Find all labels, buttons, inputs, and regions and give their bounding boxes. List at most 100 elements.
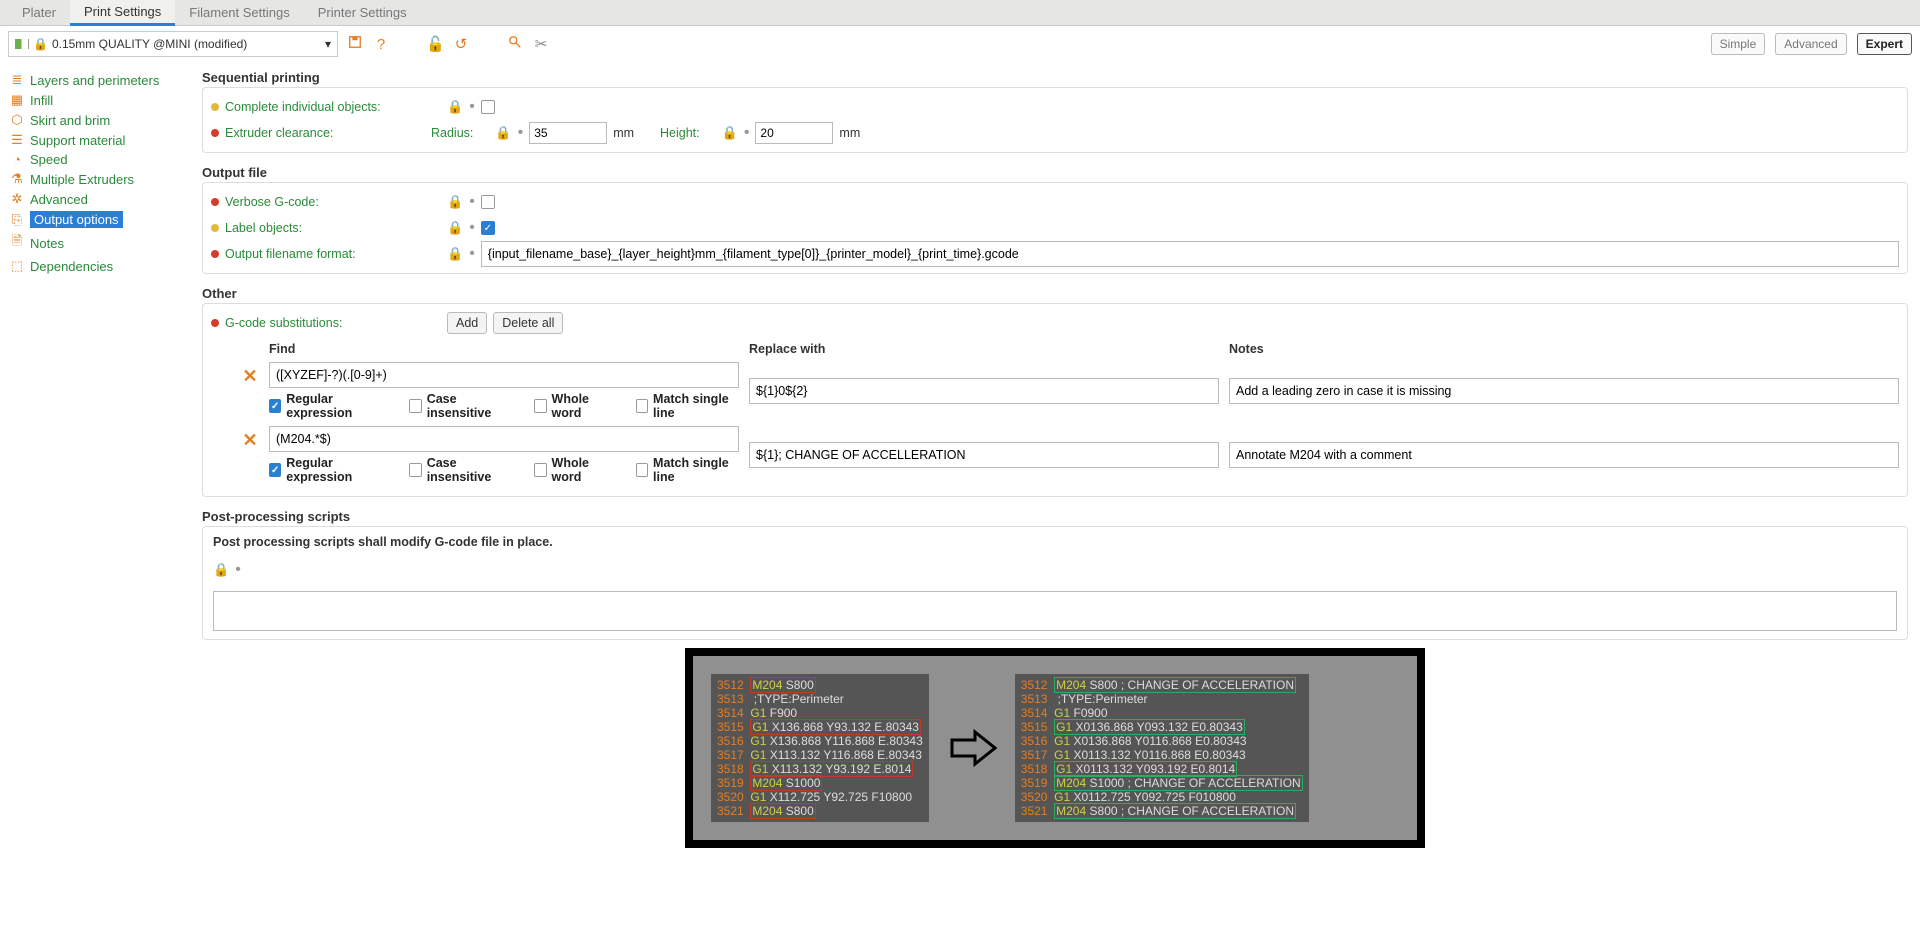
sidebar-item-dependencies[interactable]: ⬚Dependencies xyxy=(4,256,196,276)
gcode-line: 3512 M204 S800 ; CHANGE OF ACCELERATION xyxy=(1021,678,1303,692)
checkbox-whole-word[interactable] xyxy=(534,399,546,413)
sidebar-item-multiple-extruders[interactable]: ⚗Multiple Extruders xyxy=(4,169,196,189)
section-sequential-title: Sequential printing xyxy=(202,70,1908,85)
post-processing-input[interactable] xyxy=(213,591,1897,631)
preset-dropdown[interactable]: 🔒 0.15mm QUALITY @MINI (modified) ▾ xyxy=(8,31,338,57)
checkbox-label-objects[interactable]: ✓ xyxy=(481,221,495,235)
checkbox-complete-objects[interactable] xyxy=(481,100,495,114)
input-radius[interactable] xyxy=(529,122,607,144)
remove-substitution-button[interactable]: ✕ xyxy=(241,362,259,387)
checkbox-single-line[interactable] xyxy=(636,399,648,413)
add-button[interactable]: Add xyxy=(447,312,487,334)
input-height[interactable] xyxy=(755,122,833,144)
reset-dot-icon[interactable]: • xyxy=(235,566,241,574)
gcode-line: 3516 G1 X0136.868 Y0116.868 E0.80343 xyxy=(1021,734,1303,748)
gcode-diagram: 3512 M204 S800 3513 ;TYPE:Perimeter3514 G… xyxy=(685,648,1425,848)
reset-dot-icon[interactable]: • xyxy=(469,198,475,206)
sidebar-item-skirt[interactable]: ⬡Skirt and brim xyxy=(4,110,196,130)
lock-icon[interactable]: 🔒 xyxy=(722,125,738,141)
mode-advanced[interactable]: Advanced xyxy=(1775,33,1846,55)
reset-dot-icon[interactable]: • xyxy=(744,129,750,137)
tab-filament-settings[interactable]: Filament Settings xyxy=(175,1,303,24)
label-single-line: Match single line xyxy=(653,456,739,484)
sidebar-item-support[interactable]: ☰Support material xyxy=(4,130,196,150)
reset-dot-icon[interactable]: • xyxy=(469,224,475,232)
label-extruder-clearance: Extruder clearance: xyxy=(225,126,425,140)
gcode-line: 3521 M204 S800 xyxy=(717,804,923,818)
support-icon: ☰ xyxy=(10,132,24,148)
checkbox-single-line[interactable] xyxy=(636,463,648,477)
label-radius: Radius: xyxy=(431,126,473,140)
gcode-before: 3512 M204 S8003513 ;TYPE:Perimeter3514 G… xyxy=(711,674,929,822)
sidebar-item-layers[interactable]: ≣Layers and perimeters xyxy=(4,70,196,90)
reset-dot-icon[interactable]: • xyxy=(469,103,475,111)
reset-dot-icon[interactable]: • xyxy=(518,129,524,137)
lock-icon[interactable]: 🔒 xyxy=(447,99,463,115)
gcode-line: 3520 G1 X0112.725 Y092.725 F010800 xyxy=(1021,790,1303,804)
label-case-insensitive: Case insensitive xyxy=(427,456,511,484)
remove-substitution-button[interactable]: ✕ xyxy=(241,426,259,451)
gcode-line: 3512 M204 S800 xyxy=(717,678,923,692)
section-sequential: Complete individual objects: 🔒 • Extrude… xyxy=(202,87,1908,153)
skirt-icon: ⬡ xyxy=(10,112,24,128)
delete-all-button[interactable]: Delete all xyxy=(493,312,563,334)
layers-icon: ≣ xyxy=(10,72,24,88)
checkbox-case-insensitive[interactable] xyxy=(409,399,421,413)
cut-icon[interactable]: ✂ xyxy=(532,35,550,53)
checkbox-case-insensitive[interactable] xyxy=(409,463,421,477)
gcode-after: 3512 M204 S800 ; CHANGE OF ACCELERATION3… xyxy=(1015,674,1309,822)
replace-input[interactable] xyxy=(749,378,1219,404)
extruders-icon: ⚗ xyxy=(10,171,24,187)
lock-icon[interactable]: 🔒 xyxy=(447,246,463,262)
find-input[interactable] xyxy=(269,426,739,452)
notes-input[interactable] xyxy=(1229,442,1899,468)
preset-flag-icon xyxy=(15,39,29,49)
gcode-line: 3515 G1 X136.868 Y93.132 E.80343 xyxy=(717,720,923,734)
checkbox-regex[interactable]: ✓ xyxy=(269,399,281,413)
col-notes: Notes xyxy=(1229,342,1899,356)
tab-print-settings[interactable]: Print Settings xyxy=(70,0,175,26)
search-icon[interactable] xyxy=(506,35,524,53)
gcode-line: 3515 G1 X0136.868 Y093.132 E0.80343 xyxy=(1021,720,1303,734)
tab-printer-settings[interactable]: Printer Settings xyxy=(304,1,421,24)
col-replace: Replace with xyxy=(749,342,1219,356)
notes-input[interactable] xyxy=(1229,378,1899,404)
input-filename-format[interactable] xyxy=(481,241,1899,267)
lock-icon[interactable]: 🔒 xyxy=(447,194,463,210)
label-gcode-substitutions: G-code substitutions: xyxy=(225,316,425,330)
reset-dot-icon[interactable]: • xyxy=(469,250,475,258)
section-other-title: Other xyxy=(202,286,1908,301)
lock-icon[interactable]: 🔒 xyxy=(213,562,229,578)
unlock-icon[interactable]: 🔓 xyxy=(426,35,444,53)
checkbox-regex[interactable]: ✓ xyxy=(269,463,281,477)
sidebar-item-speed[interactable]: ◔Speed xyxy=(4,150,196,169)
bullet-icon xyxy=(211,224,219,232)
undo-icon[interactable]: ↺ xyxy=(452,35,470,53)
lock-icon: 🔒 xyxy=(33,37,48,51)
sidebar-item-notes[interactable]: 🗎Notes xyxy=(4,230,196,256)
lock-icon[interactable]: 🔒 xyxy=(447,220,463,236)
mode-simple[interactable]: Simple xyxy=(1711,33,1766,55)
sidebar-item-infill[interactable]: ▦Infill xyxy=(4,90,196,110)
gcode-line: 3513 ;TYPE:Perimeter xyxy=(1021,692,1303,706)
save-preset-icon[interactable] xyxy=(346,35,364,53)
gcode-line: 3519 M204 S1000 xyxy=(717,776,923,790)
help-icon[interactable]: ? xyxy=(372,36,390,53)
infill-icon: ▦ xyxy=(10,92,24,108)
gcode-line: 3518 G1 X0113.132 Y093.192 E0.8014 xyxy=(1021,762,1303,776)
preset-name: 0.15mm QUALITY @MINI (modified) xyxy=(52,37,247,51)
sidebar-item-output-options[interactable]: ⎘Output options xyxy=(4,209,196,230)
section-post-title: Post-processing scripts xyxy=(202,509,1908,524)
find-input[interactable] xyxy=(269,362,739,388)
replace-input[interactable] xyxy=(749,442,1219,468)
main-tabbar: Plater Print Settings Filament Settings … xyxy=(0,0,1920,26)
output-icon: ⎘ xyxy=(10,212,24,228)
mode-expert[interactable]: Expert xyxy=(1857,33,1912,55)
bullet-icon xyxy=(211,319,219,327)
checkbox-whole-word[interactable] xyxy=(534,463,546,477)
gcode-line: 3514 G1 F0900 xyxy=(1021,706,1303,720)
checkbox-verbose[interactable] xyxy=(481,195,495,209)
lock-icon[interactable]: 🔒 xyxy=(495,125,511,141)
tab-plater[interactable]: Plater xyxy=(8,1,70,24)
sidebar-item-advanced[interactable]: ✲Advanced xyxy=(4,189,196,209)
